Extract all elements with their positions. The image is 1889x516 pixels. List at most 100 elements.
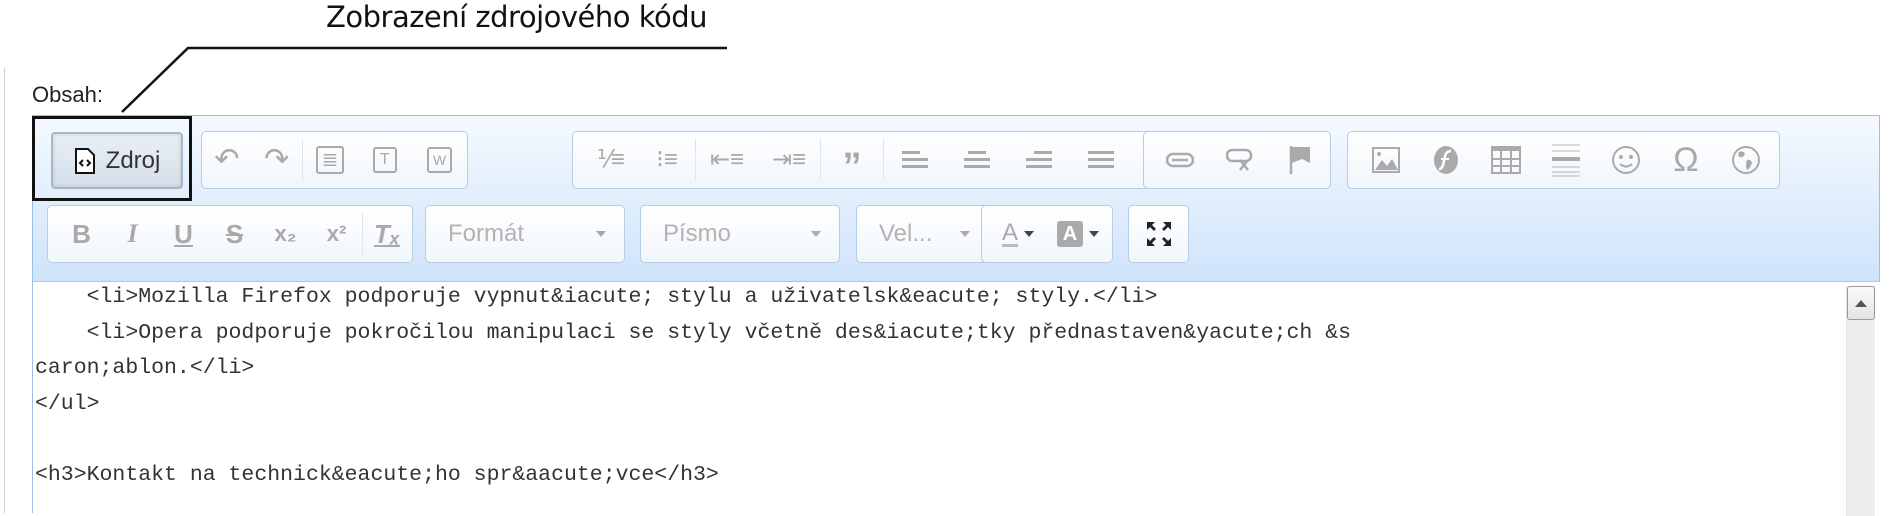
insert-group: Ω — [1347, 131, 1780, 189]
align-center-icon — [964, 151, 990, 168]
link-icon — [1166, 152, 1194, 168]
redo-icon: ↷ — [264, 143, 290, 176]
background-color-icon: A — [1057, 221, 1083, 247]
rich-text-editor: Zdroj ↶ ↷ ≣ T W ⅟≡ ⁝≡ ⇤≡ ⇥≡ ” Ω B I U S … — [32, 115, 1881, 516]
smiley-icon — [1612, 146, 1640, 174]
superscript-button[interactable]: x² — [311, 206, 362, 262]
links-group — [1143, 131, 1331, 189]
maximize-icon — [1146, 222, 1171, 246]
align-left-button[interactable] — [884, 132, 946, 188]
font-combo-label: Písmo — [663, 220, 732, 247]
align-center-button[interactable] — [946, 132, 1008, 188]
bulleted-list-button[interactable]: ⁝≡ — [639, 132, 695, 188]
undo-button[interactable]: ↶ — [202, 132, 252, 188]
align-right-button[interactable] — [1008, 132, 1070, 188]
code-line: <h3>Kontakt na technick&eacute;ho spr&aa… — [35, 462, 719, 487]
flash-button[interactable] — [1416, 132, 1476, 188]
code-line: <li>Mozilla Firefox podporuje vypnut&iac… — [35, 285, 1158, 309]
link-button[interactable] — [1150, 132, 1210, 188]
image-icon — [1372, 147, 1400, 173]
format-combo-label: Formát — [448, 220, 525, 247]
numbered-list-icon: ⅟≡ — [597, 146, 625, 173]
paste-text-button[interactable]: T — [357, 132, 412, 188]
redo-button[interactable]: ↷ — [252, 132, 302, 188]
scroll-up-button[interactable] — [1847, 286, 1875, 320]
outdent-button[interactable]: ⇤≡ — [696, 132, 758, 188]
colors-group: A A — [981, 205, 1113, 263]
code-line: <li>Opera podporuje pokročilou manipulac… — [35, 320, 1352, 345]
flash-icon — [1434, 146, 1458, 174]
iframe-button[interactable] — [1716, 132, 1776, 188]
undo-icon: ↶ — [214, 143, 240, 176]
source-code-content: <li>Mozilla Firefox podporuje vypnut&iac… — [35, 280, 1843, 493]
bulleted-list-icon: ⁝≡ — [656, 146, 678, 173]
paste-button[interactable]: ≣ — [303, 132, 358, 188]
paragraph-group: ⅟≡ ⁝≡ ⇤≡ ⇥≡ ” — [572, 131, 1162, 189]
maximize-button[interactable] — [1129, 206, 1188, 262]
smiley-button[interactable] — [1596, 132, 1656, 188]
anchor-flag-icon — [1289, 146, 1310, 174]
chevron-down-icon — [1089, 231, 1099, 237]
bold-icon: B — [72, 219, 91, 249]
basic-styles-group: B I U S x₂ x² Tₓ — [47, 205, 413, 263]
special-char-button[interactable]: Ω — [1656, 132, 1716, 188]
align-justify-icon — [1088, 151, 1114, 168]
strikethrough-button[interactable]: S — [209, 206, 260, 262]
indent-icon: ⇥≡ — [771, 146, 807, 173]
editor-toolbar: Zdroj ↶ ↷ ≣ T W ⅟≡ ⁝≡ ⇤≡ ⇥≡ ” Ω B I U S … — [32, 116, 1879, 282]
size-combo[interactable]: Vel... — [856, 205, 989, 263]
italic-button[interactable]: I — [107, 206, 158, 262]
text-color-icon: A — [1001, 218, 1018, 247]
blockquote-button[interactable]: ” — [821, 132, 883, 188]
numbered-list-button[interactable]: ⅟≡ — [583, 132, 639, 188]
align-left-icon — [902, 151, 928, 168]
format-combo[interactable]: Formát — [425, 205, 625, 263]
chevron-down-icon — [1024, 231, 1034, 237]
font-combo[interactable]: Písmo — [640, 205, 840, 263]
size-combo-label: Vel... — [879, 220, 933, 247]
history-clipboard-group: ↶ ↷ ≣ T W — [201, 131, 468, 189]
code-line: caron;ablon.</li> — [35, 356, 255, 380]
unlink-button[interactable] — [1210, 132, 1270, 188]
omega-icon: Ω — [1673, 141, 1699, 179]
callout-annotation-text: Zobrazení zdrojového kódu — [326, 0, 708, 34]
subscript-button[interactable]: x₂ — [260, 206, 311, 262]
bold-button[interactable]: B — [56, 206, 107, 262]
content-field-label: Obsah: — [32, 82, 103, 107]
strikethrough-icon: S — [225, 219, 244, 249]
paste-text-icon: T — [372, 147, 397, 173]
table-button[interactable] — [1476, 132, 1536, 188]
page-left-border — [4, 68, 5, 513]
image-button[interactable] — [1356, 132, 1416, 188]
remove-format-button[interactable]: Tₓ — [363, 206, 411, 262]
source-code-textarea[interactable]: <li>Mozilla Firefox podporuje vypnut&iac… — [33, 280, 1881, 516]
paste-word-button[interactable]: W — [412, 132, 467, 188]
anchor-button[interactable] — [1270, 132, 1330, 188]
background-color-button[interactable]: A — [1048, 206, 1108, 262]
outdent-icon: ⇤≡ — [709, 146, 745, 173]
align-justify-button[interactable] — [1070, 132, 1132, 188]
vertical-scrollbar[interactable] — [1846, 286, 1875, 516]
underline-button[interactable]: U — [158, 206, 209, 262]
align-right-icon — [1026, 151, 1052, 168]
globe-icon — [1732, 146, 1760, 174]
chevron-down-icon — [960, 231, 970, 237]
paste-word-icon: W — [427, 147, 453, 173]
indent-button[interactable]: ⇥≡ — [758, 132, 820, 188]
horizontal-rule-button[interactable] — [1536, 132, 1596, 188]
source-button[interactable]: Zdroj — [51, 132, 183, 189]
paste-icon: ≣ — [315, 146, 345, 174]
horizontal-rule-icon — [1552, 144, 1580, 177]
italic-icon: I — [127, 219, 138, 248]
source-code-icon — [74, 147, 95, 174]
underline-icon: U — [174, 219, 193, 249]
arrow-up-icon — [1855, 299, 1867, 307]
table-icon — [1491, 146, 1521, 174]
chevron-down-icon — [596, 231, 606, 237]
subscript-icon: x₂ — [274, 221, 297, 246]
maximize-group — [1128, 205, 1189, 263]
text-color-button[interactable]: A — [988, 206, 1048, 262]
remove-format-icon: Tₓ — [373, 219, 401, 249]
blockquote-icon: ” — [842, 146, 862, 188]
